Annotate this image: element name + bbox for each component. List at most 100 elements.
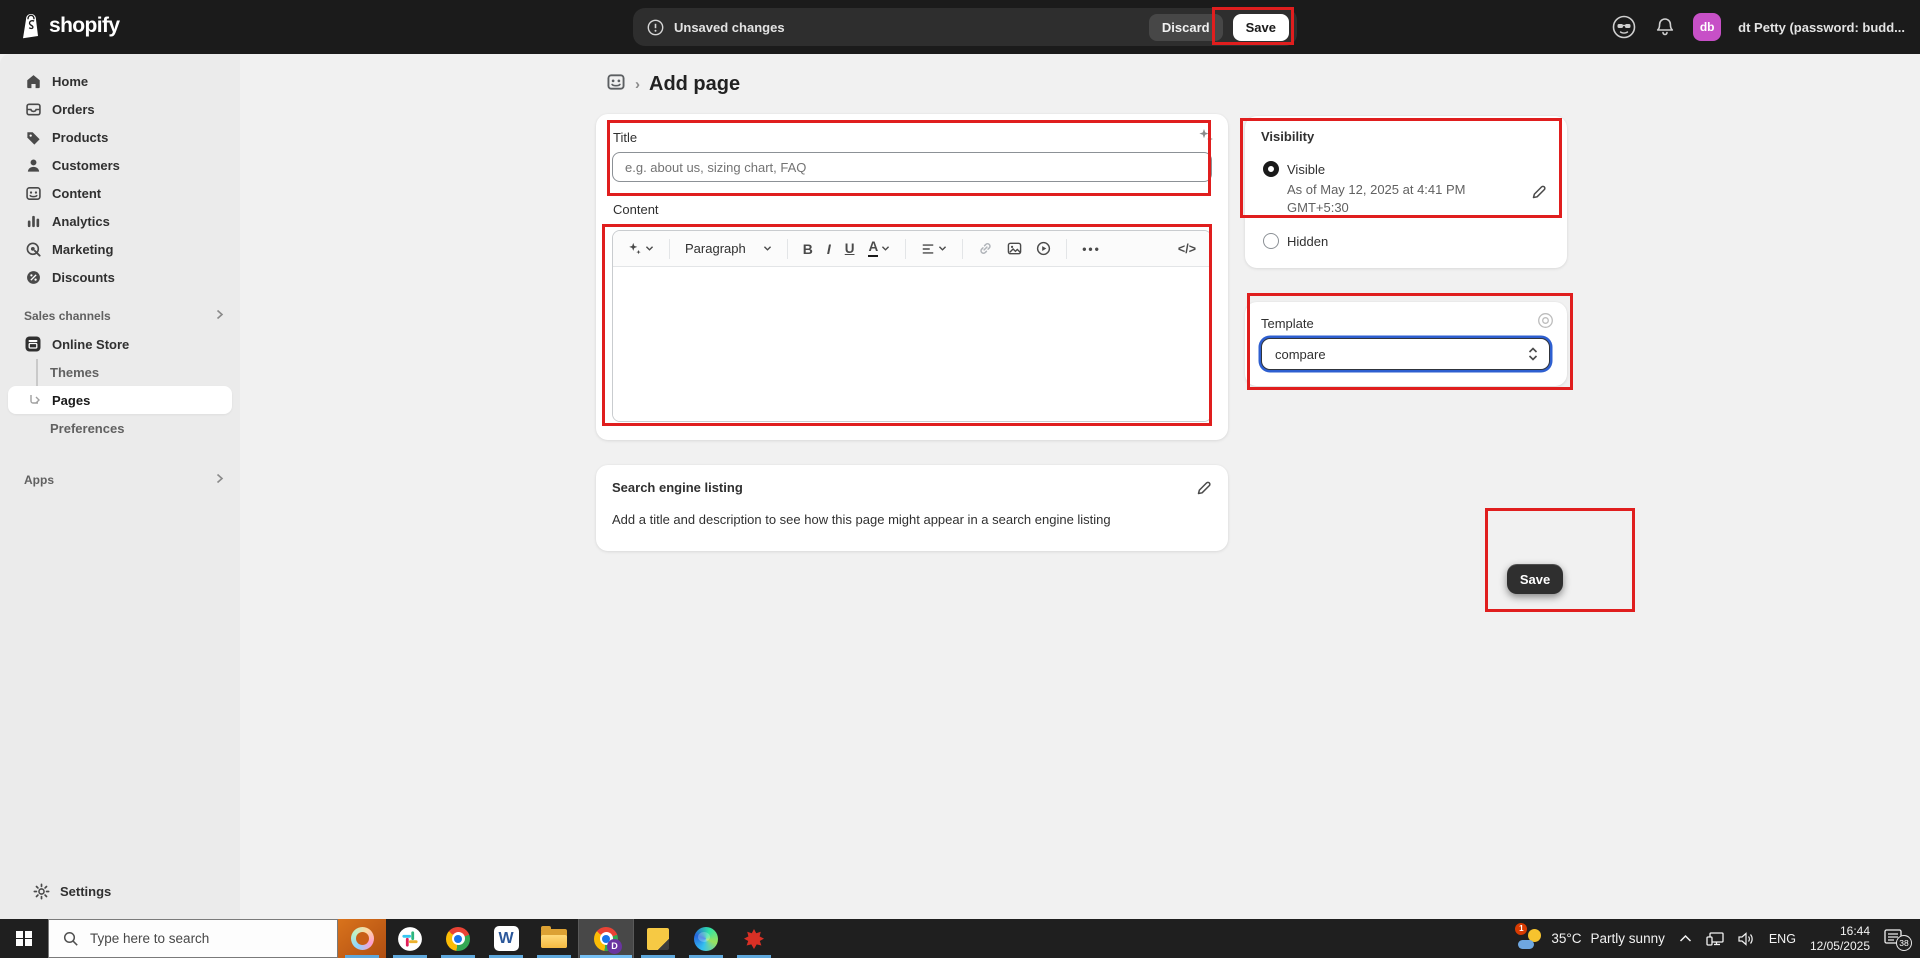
sidebar-item-home[interactable]: Home xyxy=(8,67,232,95)
taskbar-slack-icon[interactable] xyxy=(386,919,434,958)
page-title: Add page xyxy=(649,73,740,96)
insert-video-button[interactable] xyxy=(1031,237,1056,260)
save-button-floating[interactable]: Save xyxy=(1507,564,1563,594)
taskbar-file-explorer-icon[interactable] xyxy=(530,919,578,958)
tray-chevron-up-icon[interactable] xyxy=(1679,934,1692,943)
editor-toolbar: Paragraph B I U A xyxy=(613,231,1211,267)
seo-card-description: Add a title and description to see how t… xyxy=(612,512,1111,527)
title-input[interactable] xyxy=(612,152,1212,182)
template-select[interactable]: compare xyxy=(1261,338,1550,370)
sidebar-item-settings[interactable]: Settings xyxy=(16,877,224,905)
start-button[interactable] xyxy=(0,919,48,958)
chrome-icon xyxy=(446,927,470,951)
sidebar-item-content[interactable]: Content xyxy=(8,179,232,207)
volume-icon[interactable] xyxy=(1738,932,1755,946)
sidebar-item-pages[interactable]: Pages xyxy=(8,386,232,414)
chevron-down-icon xyxy=(938,245,947,252)
notification-bell-icon[interactable] xyxy=(1654,16,1676,38)
action-center-icon[interactable]: 38 xyxy=(1884,929,1910,949)
paragraph-style-dropdown[interactable]: Paragraph xyxy=(680,237,777,260)
text-color-button[interactable]: A xyxy=(863,236,895,260)
alert-icon xyxy=(647,19,664,36)
insert-image-button[interactable] xyxy=(1002,237,1027,260)
edit-pencil-icon[interactable] xyxy=(1194,478,1214,498)
time-label: 16:44 xyxy=(1840,924,1870,939)
store-avatar-icon[interactable] xyxy=(1611,14,1637,40)
sidebar-item-customers[interactable]: Customers xyxy=(8,151,232,179)
main-content: › Add page Title Content Paragraph xyxy=(240,54,1920,919)
word-icon: W xyxy=(494,926,519,951)
hidden-radio[interactable] xyxy=(1263,233,1279,249)
taskbar-chrome-profile-icon[interactable]: D xyxy=(578,919,634,958)
sidebar-item-label: Content xyxy=(52,186,101,201)
taskbar-right: 1 35°C Partly sunny ENG 16:44 12/05/2025 xyxy=(1518,919,1920,958)
taskbar-copilot-icon[interactable] xyxy=(338,919,386,958)
more-options-button[interactable]: ••• xyxy=(1077,238,1106,260)
edit-visibility-pencil-icon[interactable] xyxy=(1529,182,1549,202)
sidebar-item-marketing[interactable]: Marketing xyxy=(8,235,232,263)
chrome-icon: D xyxy=(594,927,618,951)
taskbar-red-app-icon[interactable] xyxy=(730,919,778,958)
page-form-card: Title Content Paragraph B I xyxy=(596,114,1228,440)
taskbar-sticky-notes-icon[interactable] xyxy=(634,919,682,958)
sidebar-item-discounts[interactable]: Discounts xyxy=(8,263,232,291)
taskbar-chrome-icon[interactable] xyxy=(434,919,482,958)
save-button-topbar[interactable]: Save xyxy=(1233,14,1289,41)
magic-sparkle-icon[interactable] xyxy=(1196,126,1216,146)
sidebar-item-themes[interactable]: Themes xyxy=(8,358,232,386)
paragraph-label: Paragraph xyxy=(685,241,746,256)
sidebar-item-analytics[interactable]: Analytics xyxy=(8,207,232,235)
sidebar-item-orders[interactable]: Orders xyxy=(8,95,232,123)
template-selected-value: compare xyxy=(1275,347,1326,362)
edge-icon xyxy=(694,927,718,951)
italic-button[interactable]: I xyxy=(822,237,836,261)
search-icon xyxy=(63,931,79,947)
user-name-label[interactable]: dt Petty (password: budd... xyxy=(1738,20,1905,35)
code-view-button[interactable]: </> xyxy=(1173,238,1201,260)
date-label: 12/05/2025 xyxy=(1810,939,1870,954)
underline-button[interactable]: U xyxy=(840,237,860,260)
sidebar-item-online-store[interactable]: Online Store xyxy=(8,330,232,358)
sidebar-item-label: Home xyxy=(52,74,88,89)
apps-label: Apps xyxy=(24,473,54,487)
alignment-button[interactable] xyxy=(916,238,952,260)
page-type-icon[interactable] xyxy=(606,72,626,97)
template-card: Template compare xyxy=(1245,302,1567,386)
taskbar-search[interactable]: Type here to search xyxy=(48,919,338,958)
breadcrumb: › Add page xyxy=(606,72,740,97)
sidebar-item-preferences[interactable]: Preferences xyxy=(8,414,232,442)
network-icon[interactable] xyxy=(1706,932,1724,946)
chevron-down-icon xyxy=(881,245,890,252)
taskbar-edge-icon[interactable] xyxy=(682,919,730,958)
content-icon xyxy=(24,184,42,202)
link-button[interactable] xyxy=(973,237,998,260)
visibility-card: Visibility Visible As of May 12, 2025 at… xyxy=(1245,116,1567,268)
weather-widget[interactable]: 1 35°C Partly sunny xyxy=(1518,927,1664,951)
unsaved-changes-label: Unsaved changes xyxy=(674,20,785,35)
ai-magic-button[interactable] xyxy=(623,238,659,260)
preferences-label: Preferences xyxy=(50,421,124,436)
weather-badge: 1 xyxy=(1515,923,1527,935)
sidebar-header-apps[interactable]: Apps xyxy=(8,466,232,494)
hidden-radio-label[interactable]: Hidden xyxy=(1287,234,1328,249)
gear-icon xyxy=(32,882,50,900)
visible-radio-label[interactable]: Visible xyxy=(1287,162,1325,177)
language-indicator[interactable]: ENG xyxy=(1769,932,1796,946)
user-avatar[interactable]: db xyxy=(1693,13,1721,41)
products-icon xyxy=(24,128,42,146)
shopify-logo[interactable]: shopify xyxy=(20,13,119,39)
red-app-icon xyxy=(742,927,766,951)
visible-schedule-line2: GMT+5:30 xyxy=(1287,200,1349,215)
sidebar-header-sales-channels[interactable]: Sales channels xyxy=(8,302,232,330)
taskbar-word-icon[interactable]: W xyxy=(482,919,530,958)
taskbar-clock[interactable]: 16:44 12/05/2025 xyxy=(1810,924,1870,954)
content-editor-area[interactable] xyxy=(613,267,1211,422)
discard-button[interactable]: Discard xyxy=(1149,14,1223,41)
visible-radio[interactable] xyxy=(1263,161,1279,177)
online-store-label: Online Store xyxy=(52,337,129,352)
orders-icon xyxy=(24,100,42,118)
bold-button[interactable]: B xyxy=(798,237,818,261)
toolbar-divider xyxy=(1066,239,1067,259)
notification-count-badge: 38 xyxy=(1896,935,1912,951)
sidebar-item-products[interactable]: Products xyxy=(8,123,232,151)
